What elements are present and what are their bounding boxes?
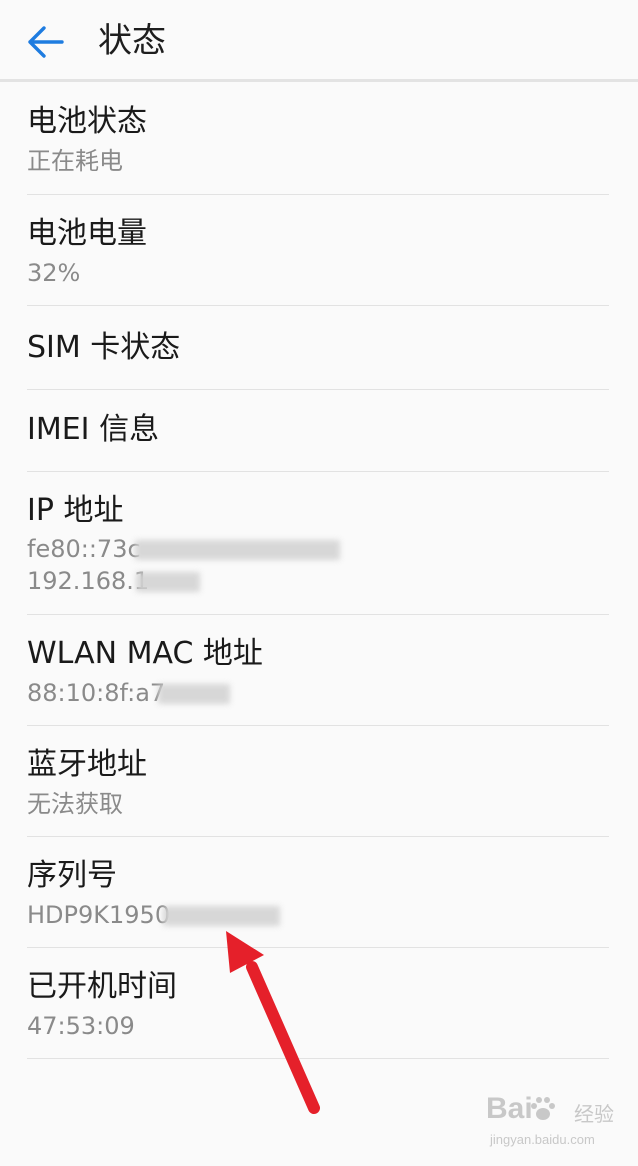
redacted-value [136, 572, 200, 592]
list-item-title: 序列号 [27, 858, 117, 893]
list-item-battery-status[interactable]: 电池状态 正在耗电 [0, 82, 638, 195]
app-bar: 状态 [0, 0, 638, 82]
list-item-value: 正在耗电 [27, 147, 123, 175]
list-item-title: 已开机时间 [27, 969, 177, 1004]
list-item-title: 电池电量 [27, 216, 147, 251]
baidu-watermark: Bai 经验 jingyan.baidu.com [486, 1092, 626, 1156]
list-item-ip-address[interactable]: IP 地址 fe80::73c 192.168.1 [0, 472, 638, 615]
list-item-value: 无法获取 [27, 790, 123, 818]
list-item-title: WLAN MAC 地址 [27, 636, 263, 671]
list-item-value: HDP9K1950 [27, 901, 171, 929]
back-arrow-icon [28, 26, 64, 58]
list-item-imei[interactable]: IMEI 信息 [0, 390, 638, 472]
list-item-value: 88:10:8f:a7 [27, 679, 166, 707]
watermark-logo: Bai [486, 1092, 533, 1125]
list-item-value: fe80::73c [27, 535, 141, 563]
page-title: 状态 [98, 21, 166, 61]
list-item-title: IMEI 信息 [27, 412, 160, 447]
list-item-value-secondary: 192.168.1 [27, 567, 150, 595]
list-item-value: 47:53:09 [27, 1012, 135, 1040]
list-item-wlan-mac[interactable]: WLAN MAC 地址 88:10:8f:a7 [0, 615, 638, 726]
list-item-sim-status[interactable]: SIM 卡状态 [0, 306, 638, 390]
watermark-cn: 经验 [574, 1102, 614, 1126]
list-item-title: IP 地址 [27, 493, 124, 528]
list-item-title: SIM 卡状态 [27, 330, 181, 365]
annotation-arrow-icon [226, 931, 320, 1114]
list-item-title: 电池状态 [27, 104, 147, 139]
list-item-value: 32% [27, 259, 81, 287]
watermark-url: jingyan.baidu.com [490, 1132, 595, 1147]
back-button[interactable] [22, 20, 70, 64]
paw-icon [531, 1097, 555, 1120]
list-item-battery-level[interactable]: 电池电量 32% [0, 195, 638, 306]
redacted-value [158, 684, 230, 704]
list-item-title: 蓝牙地址 [27, 747, 147, 782]
list-item-bluetooth-address[interactable]: 蓝牙地址 无法获取 [0, 726, 638, 837]
redacted-value [135, 540, 340, 560]
